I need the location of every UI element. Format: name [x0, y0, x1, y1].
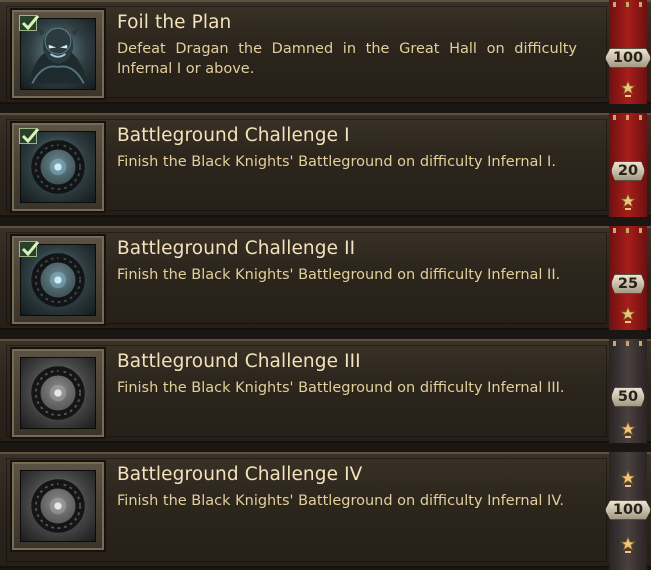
- star-icon: [620, 193, 636, 210]
- star-icon: [620, 470, 636, 487]
- star-icon: [620, 306, 636, 323]
- reward-ribbon: 100: [605, 0, 651, 104]
- ribbon-nail: [639, 341, 642, 346]
- points-badge: 25: [611, 274, 645, 294]
- achievement-title: Battleground Challenge I: [117, 125, 350, 146]
- ribbon-nail: [626, 341, 629, 346]
- ribbon-nail: [639, 2, 642, 7]
- achievement-row[interactable]: Battleground Challenge IV Finish the Bla…: [0, 452, 651, 570]
- checkmark-icon: [19, 241, 40, 257]
- achievement-row[interactable]: Battleground Challenge I Finish the Blac…: [0, 113, 651, 217]
- achievement-description: Finish the Black Knights' Battleground o…: [117, 267, 561, 283]
- achievement-icon-frame: [10, 121, 106, 213]
- ribbon-nail: [613, 228, 616, 233]
- ribbon-nail: [613, 115, 616, 120]
- achievement-description: Finish the Black Knights' Battleground o…: [117, 154, 556, 170]
- achievement-icon-frame: [10, 8, 106, 100]
- ribbon-nail: [626, 115, 629, 120]
- serpent-ring-icon: [20, 470, 96, 542]
- ribbon-nail: [613, 341, 616, 346]
- star-icon: [620, 536, 636, 553]
- points-badge: 100: [605, 500, 651, 520]
- achievement-list: Foil the Plan Defeat Dragan the Damned i…: [0, 0, 651, 570]
- achievement-title: Battleground Challenge IV: [117, 464, 363, 485]
- reward-ribbon: 20: [609, 113, 647, 217]
- star-icon: [620, 80, 636, 97]
- ribbon-nail: [626, 228, 629, 233]
- achievement-description: Defeat Dragan the Damned in the Great Ha…: [117, 41, 577, 77]
- reward-ribbon: 25: [609, 226, 647, 330]
- achievement-icon-frame: [10, 347, 106, 439]
- achievement-icon-frame: [10, 460, 106, 552]
- points-badge: 20: [611, 161, 645, 181]
- reward-ribbon: 50: [609, 339, 647, 443]
- star-icon: [620, 421, 636, 438]
- achievement-description: Finish the Black Knights' Battleground o…: [117, 493, 564, 509]
- points-badge: 100: [605, 48, 651, 68]
- achievement-title: Battleground Challenge II: [117, 238, 356, 259]
- reward-ribbon: 100: [605, 452, 651, 570]
- serpent-ring-icon: [20, 357, 96, 429]
- achievement-icon-frame: [10, 234, 106, 326]
- achievement-title: Battleground Challenge III: [117, 351, 361, 372]
- achievement-row[interactable]: Battleground Challenge III Finish the Bl…: [0, 339, 651, 443]
- ribbon-nail: [639, 228, 642, 233]
- ribbon-nail: [639, 115, 642, 120]
- achievement-title: Foil the Plan: [117, 12, 232, 33]
- points-badge: 50: [611, 387, 645, 407]
- achievement-row[interactable]: Battleground Challenge II Finish the Bla…: [0, 226, 651, 330]
- ribbon-nail: [626, 2, 629, 7]
- checkmark-icon: [19, 15, 40, 31]
- ribbon-nail: [613, 2, 616, 7]
- achievement-description: Finish the Black Knights' Battleground o…: [117, 380, 565, 396]
- checkmark-icon: [19, 128, 40, 144]
- achievement-row[interactable]: Foil the Plan Defeat Dragan the Damned i…: [0, 0, 651, 104]
